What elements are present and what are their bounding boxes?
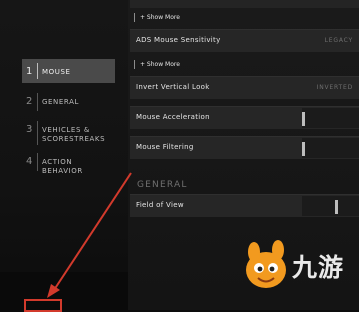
- fov-slider[interactable]: [302, 196, 359, 216]
- nav-item-number: 3: [26, 124, 33, 135]
- nav-divider: [37, 153, 38, 171]
- nav-item-number: 4: [26, 156, 33, 167]
- setting-row-ads-sensitivity[interactable]: ADS Mouse Sensitivity LEGACY: [130, 29, 359, 52]
- setting-label: Mouse Filtering: [136, 143, 194, 151]
- left-panel-background: [0, 0, 128, 310]
- setting-row-field-of-view[interactable]: Field of View: [130, 194, 359, 217]
- nav-divider: [37, 63, 38, 79]
- section-title-general: GENERAL: [137, 180, 188, 190]
- setting-label: Field of View: [136, 201, 184, 209]
- setting-value: INVERTED: [316, 84, 353, 91]
- slider-handle[interactable]: [302, 142, 305, 156]
- nav-item-mouse[interactable]: 1 MOUSE: [22, 59, 115, 83]
- watermark-text: 九游: [292, 253, 345, 282]
- show-more-button[interactable]: + Show More: [134, 13, 192, 22]
- acceleration-slider[interactable]: [302, 108, 359, 128]
- nav-item-label: GENERAL: [42, 98, 79, 106]
- slider-handle[interactable]: [335, 200, 338, 214]
- annotation-highlight-box: [24, 299, 62, 312]
- nav-divider: [37, 93, 38, 111]
- nav-item-number: 2: [26, 96, 33, 107]
- setting-row-invert-look[interactable]: Invert Vertical Look INVERTED: [130, 76, 359, 99]
- nav-item-label: ACTION BEHAVIOR: [42, 158, 83, 175]
- settings-row-partial[interactable]: [130, 0, 359, 8]
- setting-label: Invert Vertical Look: [136, 83, 210, 91]
- nav-item-label: MOUSE: [42, 68, 71, 76]
- nav-divider: [37, 121, 38, 145]
- bottom-strip: [0, 272, 128, 310]
- nav-item-number: 1: [26, 66, 33, 77]
- filtering-slider[interactable]: [302, 138, 359, 158]
- setting-row-mouse-filtering[interactable]: Mouse Filtering: [130, 136, 359, 159]
- show-more-button[interactable]: + Show More: [134, 60, 192, 69]
- setting-row-mouse-acceleration[interactable]: Mouse Acceleration: [130, 106, 359, 129]
- setting-label: Mouse Acceleration: [136, 113, 210, 121]
- setting-value: LEGACY: [324, 37, 353, 44]
- nav-item-label: VEHICLES & SCORESTREAKS: [42, 126, 106, 143]
- watermark: 九游: [242, 238, 352, 294]
- setting-label: ADS Mouse Sensitivity: [136, 36, 221, 44]
- slider-handle[interactable]: [302, 112, 305, 126]
- mascot-icon: [246, 240, 286, 288]
